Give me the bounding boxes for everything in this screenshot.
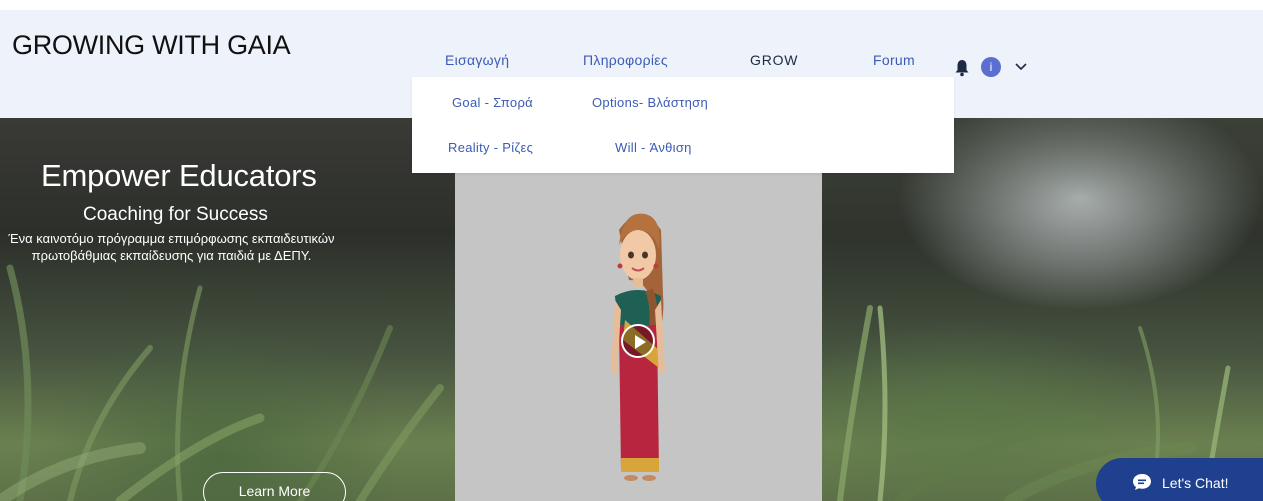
video-card[interactable] xyxy=(455,170,822,501)
nav-item-grow[interactable]: GROW xyxy=(750,52,798,68)
site-title[interactable]: GROWING WITH GAIA xyxy=(12,30,291,61)
dropdown-item-options[interactable]: Options- Βλάστηση xyxy=(592,95,708,110)
dropdown-item-goal[interactable]: Goal - Σπορά xyxy=(452,95,533,110)
chat-button[interactable]: Let's Chat! xyxy=(1096,458,1263,501)
top-strip xyxy=(0,0,1263,10)
nav-item-forum[interactable]: Forum xyxy=(873,52,915,68)
hero-title: Empower Educators xyxy=(41,158,317,193)
nav-item-info[interactable]: Πληροφορίες xyxy=(583,52,668,68)
dropdown-item-will[interactable]: Will - Άνθιση xyxy=(615,140,692,155)
play-button[interactable] xyxy=(621,324,655,358)
nav-item-intro[interactable]: Εισαγωγή xyxy=(445,52,509,68)
learn-more-button[interactable]: Learn More xyxy=(203,472,346,501)
chat-bubble-icon xyxy=(1133,474,1151,490)
bell-icon[interactable] xyxy=(954,59,970,77)
hero-subtitle: Coaching for Success xyxy=(83,204,268,225)
dropdown-item-reality[interactable]: Reality - Ρίζες xyxy=(448,140,533,155)
nav-dropdown-menu: Goal - Σπορά Options- Βλάστηση Reality -… xyxy=(412,77,954,173)
hero-section: Empower Educators Coaching for Success Έ… xyxy=(0,118,1263,501)
chat-label: Let's Chat! xyxy=(1162,475,1229,491)
chevron-down-icon[interactable] xyxy=(1014,62,1028,72)
avatar[interactable]: i xyxy=(981,57,1001,77)
hero-description: Ένα καινοτόμο πρόγραμμα επιμόρφωσης εκπα… xyxy=(8,231,335,263)
